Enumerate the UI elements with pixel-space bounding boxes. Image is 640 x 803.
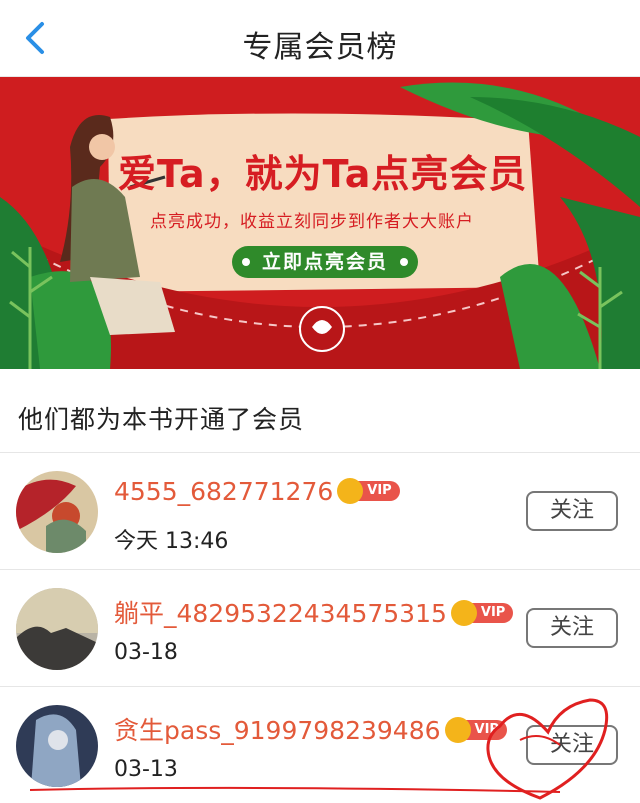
- member-row[interactable]: 4555_682771276 VIP 今天 13:46 关注: [0, 453, 640, 569]
- member-row[interactable]: 躺平_48295322434575315 VIP 03-18 关注: [0, 570, 640, 686]
- avatar[interactable]: [16, 705, 98, 787]
- crown-icon: [337, 478, 364, 504]
- banner-headline: 爱Ta，就为Ta点亮会员: [118, 152, 528, 196]
- banner-button-label: 立即点亮会员: [261, 251, 388, 273]
- vip-label: VIP: [474, 722, 499, 737]
- avatar[interactable]: [16, 471, 98, 553]
- member-name[interactable]: 躺平_48295322434575315 VIP: [114, 594, 514, 630]
- member-row[interactable]: 贪生pass_9199798239486 VIP 03-13 关注: [0, 687, 640, 803]
- avatar[interactable]: [16, 588, 98, 670]
- banner-subtitle: 点亮成功，收益立刻同步到作者大大账户: [150, 212, 474, 232]
- member-time: 03-18: [114, 640, 178, 665]
- dot-icon: [242, 258, 250, 266]
- member-name[interactable]: 4555_682771276 VIP: [114, 477, 400, 506]
- crown-icon: [444, 717, 471, 743]
- promo-banner[interactable]: 爱Ta，就为Ta点亮会员 点亮成功，收益立刻同步到作者大大账户 立即点亮会员: [0, 77, 640, 369]
- dot-icon: [400, 258, 408, 266]
- vip-label: VIP: [480, 605, 506, 620]
- member-name[interactable]: 贪生pass_9199798239486 VIP: [114, 711, 507, 747]
- follow-button[interactable]: 关注: [526, 608, 618, 648]
- light-up-membership-button[interactable]: 立即点亮会员: [232, 246, 418, 278]
- section-title: 他们都为本书开通了会员: [18, 405, 305, 434]
- vip-badge: VIP: [444, 717, 507, 743]
- nav-bar: 专属会员榜: [0, 0, 640, 77]
- follow-button[interactable]: 关注: [526, 725, 618, 765]
- follow-button[interactable]: 关注: [526, 491, 618, 531]
- member-name-text: 4555_682771276: [114, 477, 334, 506]
- vip-label: VIP: [367, 483, 392, 498]
- member-name-text: 贪生pass_9199798239486: [114, 716, 441, 745]
- member-time: 今天 13:46: [114, 529, 229, 554]
- member-time: 03-13: [114, 757, 178, 782]
- page-title: 专属会员榜: [242, 30, 398, 65]
- crown-icon: [450, 600, 477, 626]
- member-name-text: 躺平_48295322434575315: [114, 599, 447, 628]
- vip-badge: VIP: [450, 600, 514, 626]
- vip-badge: VIP: [337, 478, 400, 504]
